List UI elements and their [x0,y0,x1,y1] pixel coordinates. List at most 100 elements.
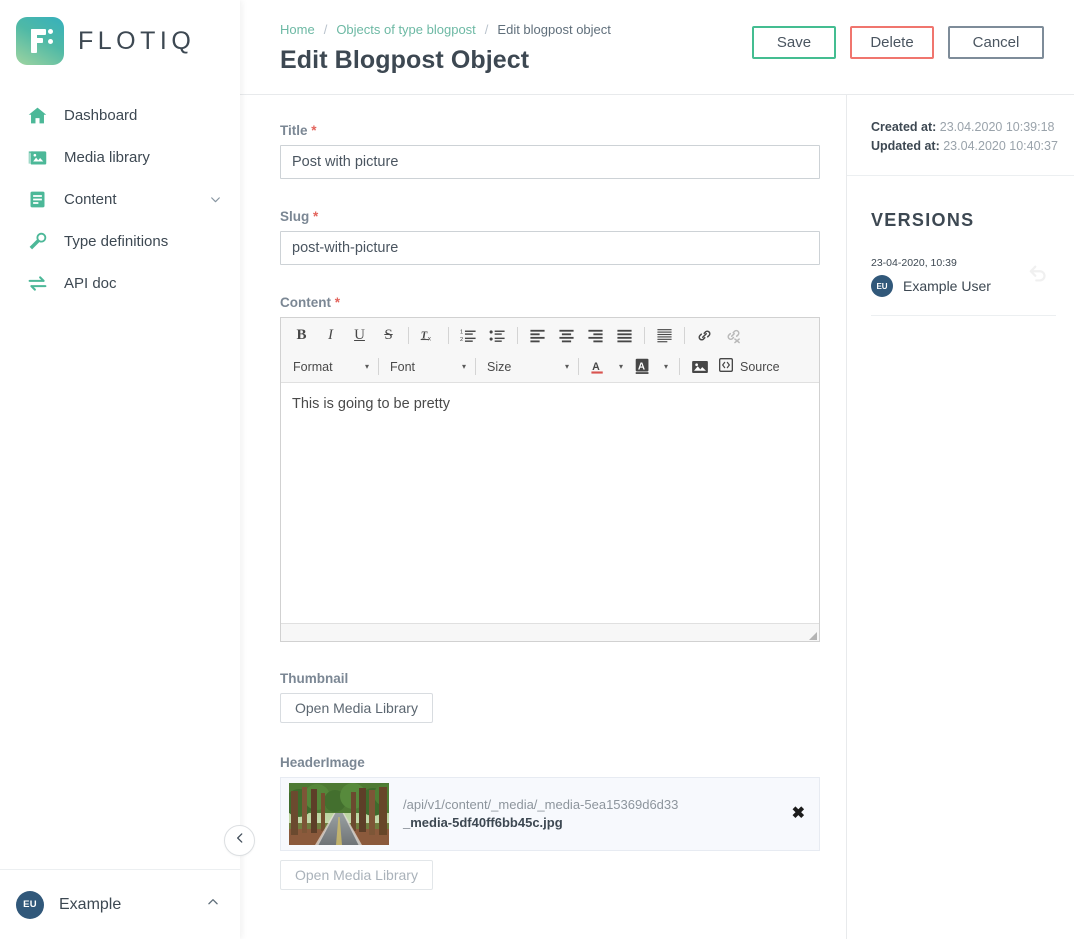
field-label-text: Content [280,295,331,310]
size-select[interactable]: Size ▾ [481,355,573,378]
sidebar: FLOTIQ Dashboard Media library Content T… [0,0,255,939]
version-author-name: Example User [903,278,991,294]
sidebar-item-type-definitions[interactable]: Type definitions [0,220,240,262]
home-icon [26,104,48,126]
svg-text:1: 1 [460,329,463,335]
field-thumbnail: Thumbnail Open Media Library [280,671,846,723]
app-root: FLOTIQ Dashboard Media library Content T… [0,0,1074,939]
updated-at-label: Updated at: [871,139,940,153]
title-input[interactable] [280,145,820,179]
brand[interactable]: FLOTIQ [0,0,240,66]
toolbar-divider [378,358,379,375]
field-title: Title * [280,123,846,179]
sidebar-user-menu[interactable]: EU Example [0,869,240,939]
remove-format-icon[interactable]: T x [416,324,441,347]
remove-headerimage-icon[interactable]: ✖ [792,806,805,822]
required-asterisk: * [311,123,317,138]
page-title: Edit Blogpost Object [280,46,530,74]
main-area: Home / Objects of type blogpost / Edit b… [240,0,1074,939]
insert-image-icon[interactable] [687,355,712,378]
bold-icon[interactable]: B [289,324,314,347]
italic-icon[interactable]: I [318,324,343,347]
text-color-dropdown-arrow[interactable]: ▾ [615,355,627,378]
sidebar-item-label: Dashboard [64,106,138,124]
versions-heading: VERSIONS [871,210,975,230]
numbered-list-icon[interactable]: 1 2 [456,324,481,347]
document-lines-icon [26,188,48,210]
avatar: EU [16,890,44,919]
field-label: Slug * [280,209,846,224]
font-select[interactable]: Font ▾ [384,355,470,378]
title-block: Home / Objects of type blogpost / Edit b… [280,22,611,92]
avatar: EU [871,275,893,297]
breadcrumb-item-current: Edit blogpost object [497,22,611,37]
header-actions: Save Delete Cancel [752,22,1044,59]
editor-toolbar-row-2: Format ▾ Font ▾ Size ▾ A ▾ A ▾ Source [281,351,819,382]
toolbar-divider [679,358,680,375]
source-button-label: Source [740,359,780,374]
bulleted-list-icon[interactable] [485,324,510,347]
align-right-icon[interactable] [583,324,608,347]
breadcrumb-item-objects[interactable]: Objects of type blogpost [336,22,475,37]
rich-text-editor: B I U S T x 1 2 Format ▾ Font ▾ Size ▾ A… [280,317,820,642]
arrows-exchange-icon [26,272,48,294]
field-headerimage: HeaderImage /api/v1/content/_media/_medi… [280,755,846,890]
svg-text:2: 2 [460,337,463,343]
version-list-item: 23-04-2020, 10:39 EU Example User [871,257,1056,316]
unlink-icon[interactable] [721,324,746,347]
breadcrumb-separator: / [484,22,489,37]
toolbar-divider [448,327,449,344]
sidebar-collapse-button[interactable] [224,825,255,856]
font-select-label: Font [390,359,416,374]
strikethrough-icon[interactable]: S [376,324,401,347]
cancel-button[interactable]: Cancel [948,26,1044,59]
breadcrumb-item-home[interactable]: Home [280,22,315,37]
edit-form: Title * Slug * Content [240,95,846,939]
text-color-icon[interactable]: A [586,355,611,378]
headerimage-open-media-library-button[interactable]: Open Media Library [280,860,433,890]
brand-name: FLOTIQ [78,26,196,55]
delete-button[interactable]: Delete [850,26,934,59]
headerimage-selected-item: /api/v1/content/_media/_media-5ea15369d6… [280,777,820,851]
headerimage-thumbnail[interactable] [289,783,389,845]
editor-content-area[interactable]: This is going to be pretty [281,383,819,623]
sidebar-item-media-library[interactable]: Media library [0,136,240,178]
field-label: HeaderImage [280,755,365,770]
save-button[interactable]: Save [752,26,836,59]
editor-toolbar: B I U S T x 1 2 Format ▾ Font ▾ Size ▾ A… [281,318,819,383]
thumbnail-open-media-library-button[interactable]: Open Media Library [280,693,433,723]
slug-input[interactable] [280,231,820,265]
toolbar-divider [644,327,645,344]
background-color-icon[interactable]: A [631,355,656,378]
topbar: Home / Objects of type blogpost / Edit b… [240,0,1074,95]
svg-text:x: x [428,335,432,342]
blockquote-icon[interactable] [652,324,677,347]
sidebar-item-dashboard[interactable]: Dashboard [0,94,240,136]
source-button[interactable]: Source [714,355,784,378]
resize-grip-icon[interactable] [809,632,817,640]
background-color-dropdown-arrow[interactable]: ▾ [660,355,672,378]
format-select[interactable]: Format ▾ [287,355,373,378]
headerimage-info: /api/v1/content/_media/_media-5ea15369d6… [403,796,678,832]
chevron-down-icon: ▾ [364,362,369,371]
field-label: Content * [280,295,846,310]
undo-icon[interactable] [1028,263,1050,290]
svg-text:A: A [638,361,645,372]
editor-toolbar-row-1: B I U S T x 1 2 [281,320,819,351]
created-at-line: Created at: 23.04.2020 10:39:18 [871,118,1054,137]
align-justify-icon[interactable] [612,324,637,347]
field-content: Content * B I U S T x 1 2 Format ▾ Font … [280,295,846,642]
chevron-down-icon: ▾ [564,362,569,371]
sidebar-item-content[interactable]: Content [0,178,240,220]
sidebar-item-api-doc[interactable]: API doc [0,262,240,304]
user-name: Example [59,895,122,913]
link-icon[interactable] [692,324,717,347]
chevron-down-icon[interactable] [209,193,222,206]
underline-icon[interactable]: U [347,324,372,347]
chevron-up-icon[interactable] [206,895,220,914]
flotiq-f-logo-icon [16,17,64,65]
align-left-icon[interactable] [525,324,550,347]
breadcrumb-separator: / [323,22,328,37]
align-center-icon[interactable] [554,324,579,347]
editor-footer [281,623,819,641]
